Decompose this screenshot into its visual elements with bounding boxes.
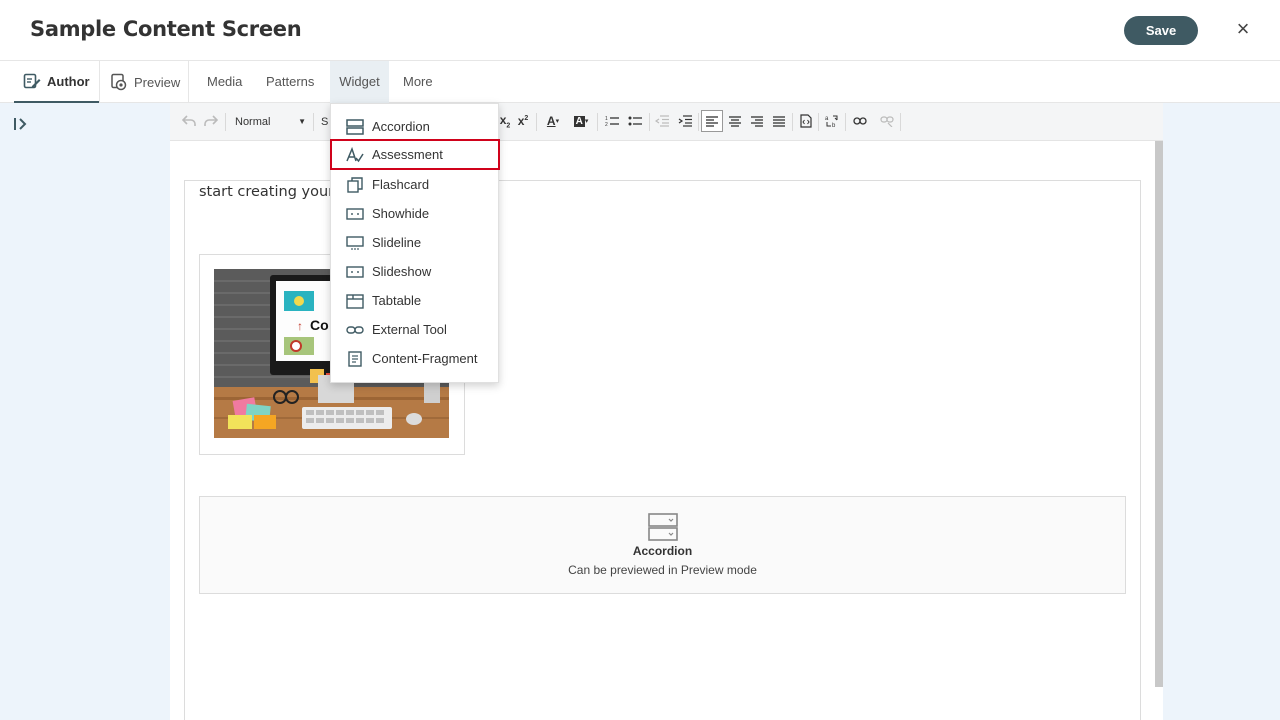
tab-preview[interactable]: Preview [99,61,189,103]
editor-tabs: Author Preview Media Patterns Widget Mor… [0,61,1280,103]
accordion-title: Accordion [632,544,693,558]
menu-widget[interactable]: Widget [330,61,389,103]
svg-text:a: a [825,116,829,122]
source-code-icon[interactable] [797,112,815,130]
save-button[interactable]: Save [1124,16,1198,45]
accordion-subtitle: Can be previewed in Preview mode [568,563,757,577]
right-gutter [1163,103,1280,720]
format-select[interactable]: Normal ▼ [228,111,308,133]
link-icon[interactable] [851,112,869,130]
dropdown-item-label: Slideshow [372,264,432,279]
editor-toolbar: Normal ▼ Si x2 x2 A▾ A▾ 12 ab [170,103,1163,141]
dropdown-item-label: External Tool [372,322,447,337]
dropdown-item-slideshow[interactable]: Slideshow [331,257,498,286]
dropdown-item-label: Accordion [372,119,430,134]
document-icon [346,350,364,368]
dropdown-item-external-tool[interactable]: External Tool [331,315,498,344]
svg-text:Co: Co [310,317,329,333]
numbered-list-icon[interactable]: 12 [603,112,621,130]
menu-patterns[interactable]: Patterns [266,61,314,103]
toolbar-separator [698,113,699,131]
align-right-icon[interactable] [748,112,766,130]
tab-author[interactable]: Author [14,61,99,103]
tab-author-label: Author [47,73,90,89]
dropdown-item-slideline[interactable]: Slideline [331,228,498,257]
bulleted-list-icon[interactable] [626,112,644,130]
toolbar-separator [792,113,793,131]
dropdown-item-content-fragment[interactable]: Content-Fragment [331,344,498,373]
toolbar-separator [818,113,819,131]
menu-more[interactable]: More [403,61,433,103]
text-direction-icon[interactable]: ab [823,112,841,130]
dropdown-item-label: Slideline [372,235,422,250]
unlink-icon[interactable] [878,112,896,130]
svg-text:2: 2 [605,122,608,127]
toolbar-separator [225,113,226,131]
redo-icon[interactable] [202,112,220,130]
showhide-icon [346,205,364,223]
increase-indent-icon[interactable] [676,112,694,130]
size-select[interactable]: Si [314,111,328,133]
dropdown-item-showhide[interactable]: Showhide [331,199,498,228]
dropdown-item-assessment[interactable]: Assessment [330,139,500,170]
dropdown-item-label: Assessment [372,147,443,162]
author-edit-icon [22,71,42,91]
expand-sidebar-icon[interactable] [12,115,30,133]
vertical-scrollbar[interactable] [1155,141,1163,687]
close-icon[interactable]: × [1232,18,1254,40]
decrease-indent-icon[interactable] [653,112,671,130]
toolbar-separator [845,113,846,131]
align-left-icon[interactable] [701,110,723,132]
toolbar-separator [536,113,537,131]
svg-text:b: b [832,123,836,128]
link-icon [346,321,364,339]
align-justify-icon[interactable] [770,112,788,130]
content-text[interactable]: start creating your c [199,184,347,200]
tabtable-icon [346,292,364,310]
accordion-icon [346,118,364,136]
dropdown-item-accordion[interactable]: Accordion [331,112,498,141]
dropdown-item-flashcard[interactable]: Flashcard [331,170,498,199]
dropdown-item-label: Showhide [372,206,430,221]
dropdown-item-tabtable[interactable]: Tabtable [331,286,498,315]
align-center-icon[interactable] [726,112,744,130]
accordion-icon [648,513,678,541]
preview-icon [109,72,129,92]
background-color-icon[interactable]: A ▾ [570,112,592,130]
toolbar-separator [900,113,901,131]
dropdown-item-label: Content-Fragment [372,351,478,366]
text-color-icon[interactable]: A ▾ [542,112,564,130]
format-select-value: Normal [235,116,271,128]
widget-dropdown-menu: Accordion Assessment Flashcard Showhide … [330,103,500,383]
slideline-icon [346,234,364,252]
header: Sample Content Screen Save × [0,0,1280,61]
left-sidebar [0,103,170,720]
page-title: Sample Content Screen [30,17,302,41]
tab-preview-label: Preview [134,74,181,90]
dropdown-item-label: Tabtable [372,293,422,308]
menu-media[interactable]: Media [207,61,242,103]
dropdown-item-label: Flashcard [372,177,430,192]
undo-icon[interactable] [180,112,198,130]
slideshow-icon [346,263,364,281]
caret-down-icon: ▼ [298,117,306,126]
superscript-icon[interactable]: x2 [514,112,532,130]
toolbar-separator [649,113,650,131]
toolbar-separator [597,113,598,131]
assessment-icon [346,146,364,164]
svg-text:↑: ↑ [297,319,303,333]
flashcard-icon [346,176,364,194]
accordion-widget-placeholder[interactable]: Accordion Can be previewed in Preview mo… [199,496,1126,594]
